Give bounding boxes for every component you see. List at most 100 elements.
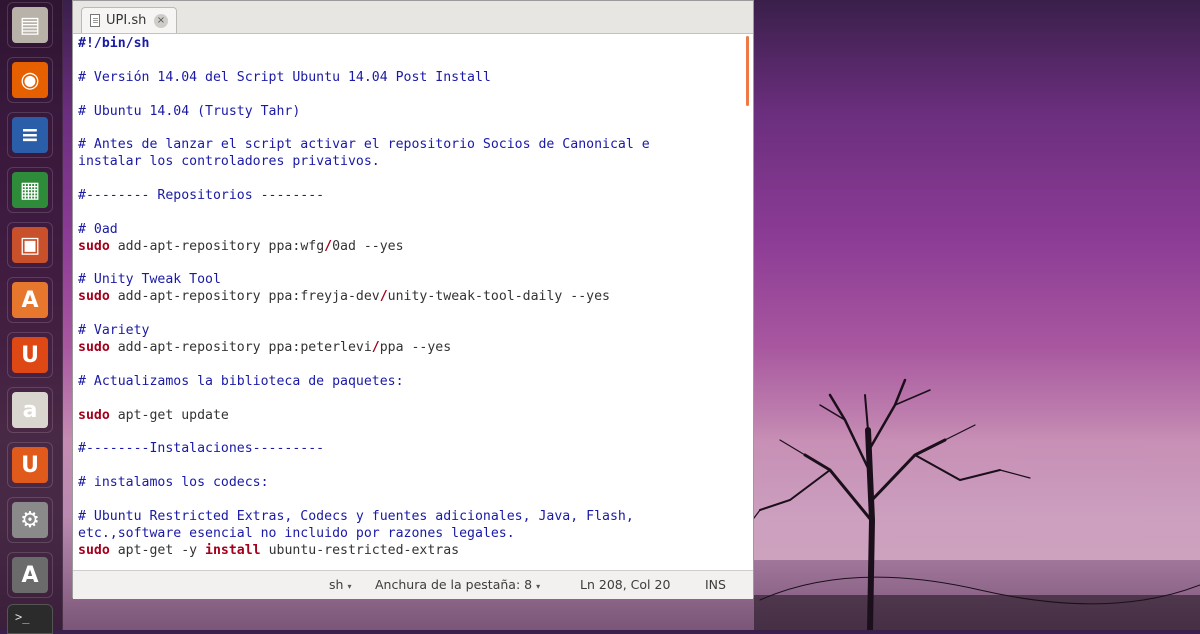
chevron-down-icon: ▾ — [347, 582, 352, 591]
launcher-item[interactable]: a — [7, 387, 53, 433]
tab-width-label: Anchura de la pestaña: 8 — [375, 577, 533, 592]
language-label: sh — [329, 577, 344, 592]
ubuntu-one-icon: U — [12, 337, 48, 373]
code-token: # Ubuntu 14.04 (Trusty Tahr) — [78, 103, 301, 119]
launcher-item[interactable]: ▤ — [7, 2, 53, 48]
code-view[interactable]: #!/bin/sh # Versión 14.04 del Script Ubun… — [78, 36, 738, 560]
code-line: # Antes de lanzar el script activar el r… — [78, 137, 738, 154]
cursor-position: Ln 208, Col 20 — [580, 577, 671, 592]
document-icon — [90, 14, 100, 27]
code-token: / — [324, 238, 333, 254]
code-token: #-------- Repositorios -------- — [78, 188, 325, 204]
code-line: # 0ad — [78, 222, 738, 239]
chevron-down-icon: ▾ — [536, 582, 541, 591]
code-token: add-apt-repository ppa:peterlevi — [109, 340, 372, 356]
close-tab-icon[interactable]: × — [154, 13, 168, 28]
tab-upi-sh[interactable]: UPI.sh × — [81, 7, 177, 33]
software-center-icon: A — [12, 282, 48, 318]
launcher-item[interactable]: ⚙ — [7, 497, 53, 543]
launcher-item[interactable]: ≡ — [7, 112, 53, 158]
code-line: sudo add-apt-repository ppa:wfg/0ad --ye… — [78, 239, 738, 256]
code-token: add-apt-repository ppa:wfg — [109, 238, 325, 254]
code-token: # Actualizamos la biblioteca de paquetes… — [78, 373, 404, 389]
text-editor-area[interactable]: #!/bin/sh # Versión 14.04 del Script Ubun… — [73, 34, 753, 570]
code-line: instalar los controladores privativos. — [78, 154, 738, 171]
files-icon: ▤ — [12, 7, 48, 43]
code-token: sudo — [78, 340, 110, 356]
language-selector[interactable]: sh ▾ — [329, 577, 351, 592]
code-line: #--------Instalaciones--------- — [78, 441, 738, 458]
code-line: # Versión 14.04 del Script Ubuntu 14.04 … — [78, 70, 738, 87]
code-token: instalar los controladores privativos. — [78, 154, 380, 170]
gedit-window: UPI.sh × #!/bin/sh # Versión 14.04 del Sc… — [72, 0, 754, 599]
insert-mode: INS — [705, 577, 726, 592]
libreoffice-impress-icon: ▣ — [12, 227, 48, 263]
code-token: # instalamos los codecs: — [78, 475, 269, 491]
code-line: etc.,software esencial no incluido por r… — [78, 526, 738, 543]
code-line: # Actualizamos la biblioteca de paquetes… — [78, 374, 738, 391]
tab-bar: UPI.sh × — [73, 1, 753, 34]
code-token: sudo — [78, 289, 110, 305]
libreoffice-writer-icon: ≡ — [12, 117, 48, 153]
status-bar: sh ▾ Anchura de la pestaña: 8 ▾ Ln 208, Co… — [73, 570, 753, 599]
libreoffice-calc-icon: ▦ — [12, 172, 48, 208]
code-token: apt-get update — [109, 407, 229, 423]
code-line: #-------- Repositorios -------- — [78, 188, 738, 205]
code-token: / — [371, 340, 380, 356]
launcher-item[interactable]: A — [7, 552, 53, 598]
code-token: sudo — [78, 238, 110, 254]
software-updater-icon: A — [12, 557, 48, 593]
code-token: # Versión 14.04 del Script Ubuntu 14.04 … — [78, 69, 491, 85]
code-token: sudo — [78, 542, 110, 558]
code-token: #--------Instalaciones--------- — [78, 441, 325, 457]
code-token: # Unity Tweak Tool — [78, 272, 221, 288]
launcher-item[interactable]: ▦ — [7, 167, 53, 213]
launcher-item[interactable]: U — [7, 332, 53, 378]
launcher-item[interactable]: U — [7, 442, 53, 488]
tab-title: UPI.sh — [106, 13, 147, 28]
unity-launcher: ▤ ◉ ≡ ▦ ▣ A Ua U ⚙ A — [0, 0, 63, 630]
code-line: #!/bin/sh — [78, 36, 738, 53]
code-token: unity-tweak-tool-daily --yes — [387, 289, 610, 305]
tab-width-selector[interactable]: Anchura de la pestaña: 8 ▾ — [375, 577, 540, 592]
code-token: apt-get -y — [109, 542, 206, 558]
code-token: # 0ad — [78, 221, 118, 237]
code-line: # Variety — [78, 323, 738, 340]
code-line: sudo add-apt-repository ppa:freyja-dev/u… — [78, 289, 738, 306]
ubuntu-one-music-icon: U — [12, 447, 48, 483]
code-line: sudo apt-get update — [78, 408, 738, 425]
code-token: #!/bin/sh — [78, 36, 150, 51]
system-settings-icon: ⚙ — [12, 502, 48, 538]
amazon-icon: a — [12, 392, 48, 428]
code-token: ppa --yes — [379, 340, 452, 356]
launcher-item[interactable]: A — [7, 277, 53, 323]
code-token: add-apt-repository ppa:freyja-dev — [109, 289, 380, 305]
code-token: # Ubuntu Restricted Extras, Codecs y fue… — [78, 508, 634, 524]
firefox-icon: ◉ — [12, 62, 48, 98]
code-line: sudo apt-get -y install ubuntu-restricte… — [78, 543, 738, 560]
launcher-item[interactable]: ◉ — [7, 57, 53, 103]
code-line: # Unity Tweak Tool — [78, 272, 738, 289]
code-token: / — [379, 289, 388, 305]
code-token: 0ad --yes — [332, 238, 404, 254]
code-token: install — [205, 542, 261, 558]
launcher-item[interactable]: ▣ — [7, 222, 53, 268]
code-token: # Variety — [78, 323, 150, 339]
code-line: # Ubuntu 14.04 (Trusty Tahr) — [78, 104, 738, 121]
scrollbar-thumb[interactable] — [746, 36, 749, 106]
code-line: # Ubuntu Restricted Extras, Codecs y fue… — [78, 509, 738, 526]
code-token: etc.,software esencial no incluido por r… — [78, 525, 515, 541]
code-token: sudo — [78, 407, 110, 423]
